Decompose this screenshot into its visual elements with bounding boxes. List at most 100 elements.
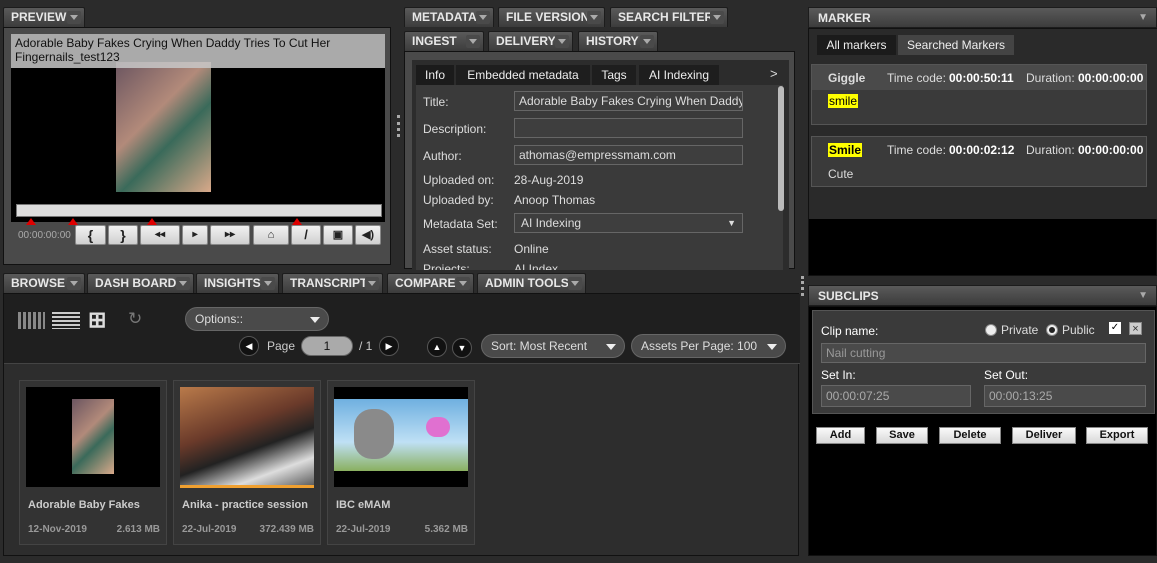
private-radio[interactable] [985,324,997,336]
chevron-down-icon[interactable] [67,277,81,290]
asset-name: IBC eMAM [336,499,391,511]
tab-ingest[interactable]: INGEST [404,31,484,51]
tab-file-version[interactable]: FILE VERSION [498,7,605,27]
loop-icon[interactable]: ⌂ [253,225,289,245]
tab-delivery[interactable]: DELIVERY [488,31,573,51]
tab-browse[interactable]: BROWSE [3,273,85,293]
fast-forward-button[interactable]: ▸▸ [210,225,250,245]
subtab-tags[interactable]: Tags [592,65,636,85]
chevron-down-icon[interactable] [640,35,654,48]
chevron-down-icon[interactable]: ▼ [1138,290,1148,301]
splitter-handle[interactable] [397,115,400,137]
marker-card[interactable]: Giggle Time code: 00:00:50:11 Duration: … [811,64,1147,125]
set-in-field[interactable]: 00:00:07:25 [821,385,971,407]
subtab-embedded-metadata[interactable]: Embedded metadata [456,65,590,85]
close-icon[interactable]: × [1129,322,1142,335]
tab-label: SEARCH FILTER [618,10,714,24]
chevron-down-icon[interactable] [365,277,379,290]
uploaded-by-value: Anoop Thomas [514,193,596,207]
chevron-down-icon[interactable] [67,11,81,24]
play-button[interactable]: ▸ [182,225,208,245]
marker-pin-icon[interactable] [147,218,157,225]
sort-dropdown[interactable]: Sort: Most Recent [481,334,625,358]
tab-label: DELIVERY [496,34,556,48]
checkbox-icon[interactable]: ✓ [1109,322,1121,334]
per-page-dropdown[interactable]: Assets Per Page: 100 [631,334,786,358]
marker-pin-icon[interactable] [292,218,302,225]
sort-ascending-icon[interactable]: ▲ [427,337,447,357]
pencil-icon[interactable]: / [291,225,321,245]
tab-label: PREVIEW [11,10,67,24]
metadata-set-label: Metadata Set: [423,217,498,231]
marker-header: MARKER ▼ [808,7,1157,28]
subtab-info[interactable]: Info [416,65,454,85]
tab-label: INGEST [412,34,457,48]
page-input[interactable]: 1 [301,336,353,356]
asset-size: 5.362 MB [424,524,468,535]
tab-preview[interactable]: PREVIEW [3,7,85,27]
page-label: Page [267,339,296,353]
options-dropdown[interactable]: Options:: [185,307,329,331]
asset-card[interactable]: Adorable Baby Fakes 12-Nov-2019 2.613 MB [19,380,167,545]
tab-label: INSIGHTS [204,276,261,290]
mark-out-button[interactable]: } [108,225,138,245]
list-view-icon[interactable] [52,312,80,329]
add-button[interactable]: Add [816,427,865,444]
tab-transcript[interactable]: TRANSCRIPT [282,273,383,293]
chevron-down-icon[interactable] [456,277,470,290]
tab-admin-tools[interactable]: ADMIN TOOLS [477,273,586,293]
tab-all-markers[interactable]: All markers [817,35,896,55]
tab-metadata[interactable]: METADATA [404,7,494,27]
tab-search-filter[interactable]: SEARCH FILTER [610,7,728,27]
delete-button[interactable]: Delete [939,427,1001,444]
chevron-down-icon[interactable] [555,35,569,48]
chevron-down-icon[interactable] [476,11,490,24]
marker-duration: 00:00:00:00 [1078,143,1144,157]
tab-insights[interactable]: INSIGHTS [196,273,279,293]
public-radio[interactable] [1046,324,1058,336]
chevron-down-icon[interactable] [261,277,275,290]
author-field[interactable]: athomas@empressmam.com [514,145,743,165]
tab-searched-markers[interactable]: Searched Markers [898,35,1014,55]
next-page-button[interactable]: ▶ [379,336,399,356]
chevron-down-icon[interactable]: ▼ [1138,12,1148,23]
tab-history[interactable]: HISTORY [578,31,658,51]
marker-card[interactable]: Smile Time code: 00:00:02:12 Duration: 0… [811,136,1147,187]
clip-name-field[interactable]: Nail cutting [821,343,1146,363]
asset-card[interactable]: IBC eMAM 22-Jul-2019 5.362 MB [327,380,475,545]
metadata-set-value: AI Indexing [521,216,582,230]
save-button[interactable]: Save [876,427,928,444]
mark-in-button[interactable]: { [75,225,106,245]
chevron-down-icon[interactable] [710,11,724,24]
chevron-down-icon[interactable] [568,277,582,290]
grid-view-icon[interactable] [18,312,45,329]
rewind-button[interactable]: ◂◂ [140,225,180,245]
add-to-bin-icon[interactable]: ⊞ [88,307,106,333]
marker-note: Cute [828,167,854,181]
description-field[interactable] [514,118,743,138]
more-tabs-button[interactable]: > [770,66,778,81]
tab-compare[interactable]: COMPARE [387,273,474,293]
title-field[interactable]: Adorable Baby Fakes Crying When Daddy [514,91,743,111]
deliver-button[interactable]: Deliver [1012,427,1076,444]
marker-pin-icon[interactable] [26,218,36,225]
chevron-down-icon[interactable] [466,35,480,48]
scrollbar[interactable] [778,86,784,211]
metadata-set-select[interactable]: AI Indexing ▼ [514,213,743,233]
subtab-ai-indexing[interactable]: AI Indexing [639,65,719,85]
splitter-handle[interactable] [801,276,804,296]
chevron-down-icon[interactable] [587,11,601,24]
asset-card[interactable]: Anika - practice session 22-Jul-2019 372… [173,380,321,545]
export-button[interactable]: Export [1086,427,1148,444]
video-player[interactable]: Adorable Baby Fakes Crying When Daddy Tr… [11,34,385,222]
tab-dash-board[interactable]: DASH BOARD [87,273,194,293]
sort-descending-icon[interactable]: ▼ [452,338,472,358]
clip-icon[interactable]: ▣ [323,225,353,245]
prev-page-button[interactable]: ◀ [239,336,259,356]
refresh-icon[interactable]: ↻ [128,309,142,329]
chevron-down-icon[interactable] [176,277,190,290]
volume-icon[interactable]: ◀) [355,225,381,245]
set-out-field[interactable]: 00:00:13:25 [984,385,1146,407]
marker-pin-icon[interactable] [68,218,78,225]
seek-bar[interactable] [16,204,382,217]
